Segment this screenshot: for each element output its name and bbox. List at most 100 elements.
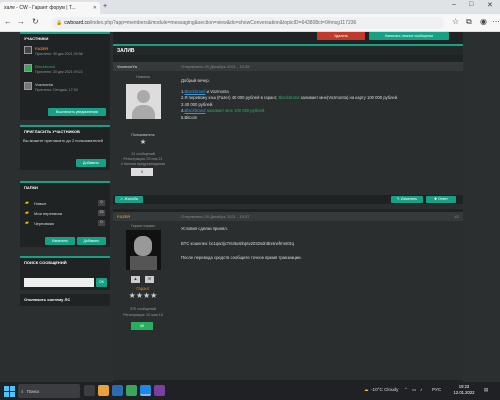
post-header: VozmonYa Отправлено 29 Декабрь 2021 - 15… <box>113 62 463 71</box>
close-window-icon[interactable]: ✕ <box>487 1 493 9</box>
participants-title: УЧАСТНИКИ <box>24 36 49 41</box>
minimize-icon[interactable]: – <box>452 1 456 8</box>
user-icon[interactable]: ▲ <box>131 276 140 283</box>
folder-icon: ▰ <box>25 210 29 216</box>
file-explorer-icon[interactable] <box>98 385 109 396</box>
search-panel: ПОИСК СООБЩЕНИЙ OK <box>20 256 110 290</box>
post: VozmonYa Отправлено 29 Декабрь 2021 - 15… <box>113 62 463 209</box>
message-icon[interactable]: ✉ <box>145 276 154 283</box>
user-title: Гарант сервис <box>131 224 155 228</box>
maximize-icon[interactable]: □ <box>469 1 473 8</box>
user-link[interactable]: Blackbrand <box>185 89 206 94</box>
collections-icon[interactable]: ⧉ <box>466 17 472 27</box>
complaint-button[interactable]: ⚠ Жалоба <box>115 196 143 203</box>
line-text: заливает мне 100 000 рублей. <box>205 108 266 113</box>
start-tile <box>4 386 9 391</box>
user-title: Новичок <box>136 75 150 79</box>
avatar <box>126 230 161 270</box>
tab-title: хале - CW - Гарант форум | Т... <box>4 5 76 11</box>
folder-icon: ▰ <box>25 220 29 226</box>
mail-icon[interactable] <box>112 385 123 396</box>
participant-status: Прочтено: 30 дек 2021 09:38 <box>35 52 83 56</box>
section-title: ЗАЛИВ <box>113 44 463 55</box>
folders-change-button[interactable]: Изменить <box>45 237 75 245</box>
post-body: Условия сделки принял. BTC кошелек: bc1q… <box>181 226 451 262</box>
folder-icon: ▰ <box>25 200 29 206</box>
avatar-shoulders <box>130 256 157 270</box>
user-reg-date: Регистрация: 29 ноя 21 <box>123 157 163 161</box>
line-text: 2.Я перевожу кэш (Fazer) 40 000 рублей в… <box>181 95 279 100</box>
post-footer: ⚠ Жалоба ✎ Изменить ✚ Ответ <box>113 195 463 204</box>
reply-button[interactable]: ✚ Ответ <box>426 196 456 203</box>
clock[interactable]: 19:23 12.01.2022 <box>450 384 478 396</box>
edge-browser-icon[interactable] <box>140 385 151 396</box>
folders-panel: ПАПКИ ▰ Новые 0 ▰ Мои переписки 23 ▰ Чер… <box>20 181 110 247</box>
avatar-face <box>134 236 152 256</box>
new-message-button[interactable]: Написать личное сообщение <box>369 32 449 40</box>
line-text: и Vozmonta <box>205 88 229 94</box>
folder-item[interactable]: Мои переписки <box>34 211 62 216</box>
disable-notifications-button[interactable]: Выключить уведомления <box>48 108 106 116</box>
reputation-badge: 0 <box>131 168 153 176</box>
sidebar: УЧАСТНИКИ FAZER Прочтено: 30 дек 2021 09… <box>20 32 110 382</box>
back-icon[interactable]: ← <box>4 17 12 26</box>
reload-icon[interactable]: ↻ <box>32 17 39 26</box>
tab-close-icon[interactable]: ✕ <box>93 5 97 11</box>
star-icon: ★ <box>139 139 147 146</box>
new-tab-icon[interactable]: + <box>103 3 107 10</box>
weather-icon: ☁ <box>364 387 369 392</box>
browser-tab[interactable]: хале - CW - Гарант форум | Т... ✕ <box>0 2 100 14</box>
post-date: Отправлено 29 Декабрь 2021 - 15:37 <box>181 214 250 219</box>
disable-pm-button[interactable]: Отключить систему ЛС <box>24 296 70 304</box>
notifications-icon[interactable]: ▤ <box>484 387 488 393</box>
folders-add-button[interactable]: Добавить <box>77 237 106 245</box>
post-number[interactable]: #2 <box>455 212 459 221</box>
folder-item[interactable]: Черновики <box>34 221 54 226</box>
participant-name[interactable]: FAZER <box>35 46 48 51</box>
participant-name[interactable]: Blackbrand <box>35 64 55 69</box>
post-author[interactable]: VozmonYa <box>117 62 177 71</box>
line-text: заливает мне(Vozmonta) на карту 100 000 … <box>299 95 399 100</box>
search-title: ПОИСК СООБЩЕНИЙ <box>24 260 67 265</box>
post-line: 5.Bitcoin <box>181 114 198 120</box>
avatar <box>24 64 32 72</box>
invite-panel: ПРИГЛАСИТЬ УЧАСТНИКОВ Вы можете пригласи… <box>20 125 110 170</box>
folder-count: 0 <box>98 200 105 206</box>
participant-status: Прочтено: Сегодня, 17:03 <box>35 88 78 92</box>
rating-stars-icon: ★★★★ <box>128 291 158 300</box>
weather-text[interactable]: -10°C Cloudy <box>371 387 398 392</box>
forward-icon[interactable]: → <box>17 17 25 26</box>
delete-button[interactable]: Удалить <box>317 32 365 40</box>
post-author[interactable]: FAZER <box>117 212 177 221</box>
store-icon[interactable] <box>126 385 137 396</box>
tray-arrow-icon[interactable]: ⌃ <box>404 387 408 393</box>
participant-name[interactable]: Vozmonta <box>35 82 53 87</box>
invite-add-button[interactable]: Добавить <box>76 159 106 167</box>
user-warns: 0 баллов предупреждения <box>120 162 166 166</box>
address-bar[interactable]: 🔒 cwboard.co /index.php?app=members&modu… <box>52 17 444 29</box>
post-date: Отправлено 29 Декабрь 2021 - 15:35 <box>181 64 250 69</box>
taskbar-search[interactable]: ⌕ Поиск <box>18 384 80 398</box>
favorites-icon[interactable]: ☆ <box>452 17 459 26</box>
network-icon[interactable]: ▭ <box>412 387 416 393</box>
post-line: После перевода средств сообщите точное в… <box>181 255 302 260</box>
app-icon[interactable] <box>154 385 165 396</box>
language-indicator[interactable]: РУС <box>432 387 441 392</box>
folder-item[interactable]: Новые <box>34 201 46 206</box>
complaint-label: Жалоба <box>124 197 138 201</box>
search-icon: ⌕ <box>21 388 24 394</box>
user-link[interactable]: Blackbrand <box>278 95 299 100</box>
message-search-input[interactable] <box>24 278 94 287</box>
lock-icon: 🔒 <box>56 20 63 26</box>
edit-button[interactable]: ✎ Изменить <box>391 196 423 203</box>
post: FAZER Отправлено 29 Декабрь 2021 - 15:37… <box>113 212 463 380</box>
profile-icon[interactable]: ◉ <box>480 17 487 26</box>
folders-title: ПАПКИ <box>24 185 38 190</box>
search-ok-button[interactable]: OK <box>96 278 107 287</box>
edit-label: Изменить <box>400 197 418 201</box>
windows-start-icon[interactable] <box>3 385 15 397</box>
volume-icon[interactable]: ♪ <box>420 387 422 392</box>
task-view-icon[interactable] <box>84 385 95 396</box>
menu-icon[interactable]: ⋯ <box>492 17 500 26</box>
user-link[interactable]: Blackbrand <box>185 108 206 113</box>
